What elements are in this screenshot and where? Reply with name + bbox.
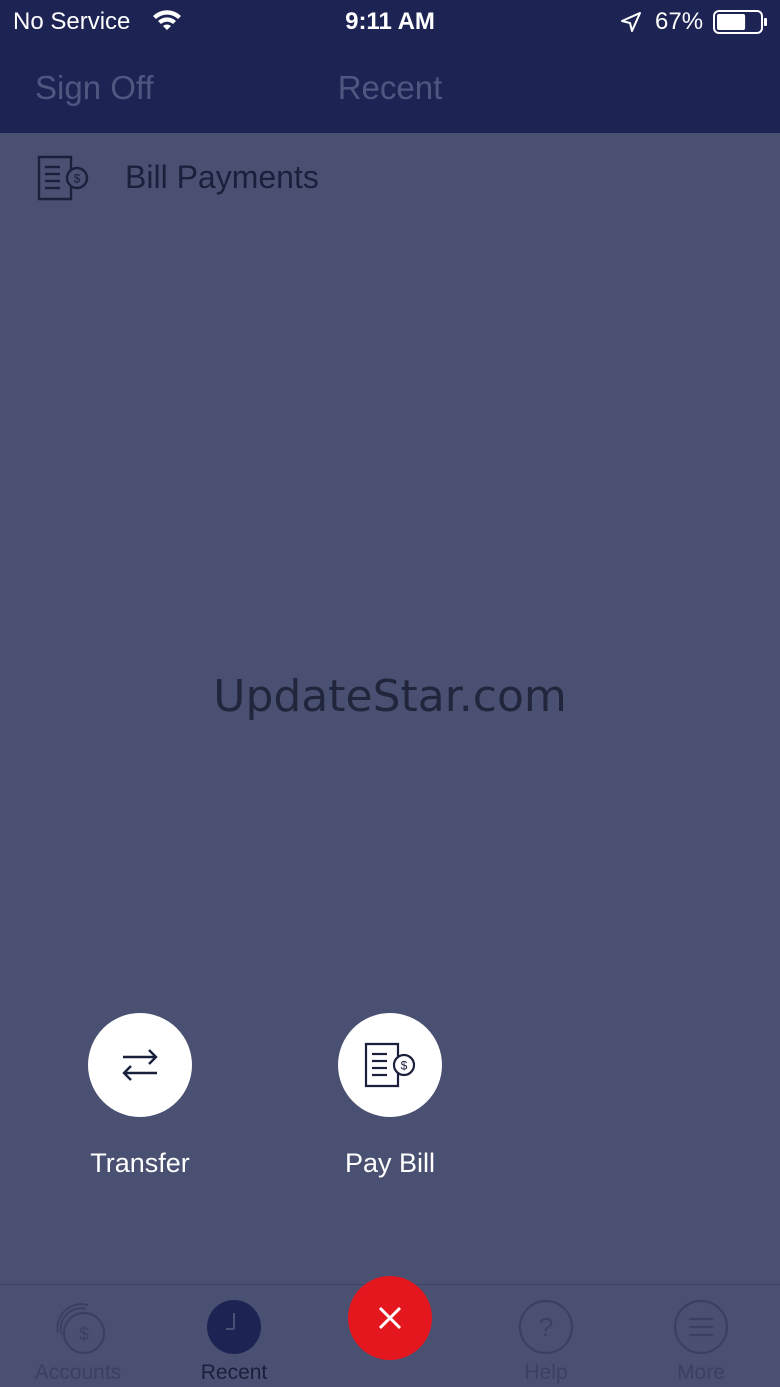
sign-off-button[interactable]: Sign Off — [35, 69, 154, 107]
location-arrow-icon — [621, 12, 641, 32]
svg-text:$: $ — [79, 1324, 89, 1344]
transfer-arrows-icon — [122, 1049, 158, 1081]
close-actions-button[interactable] — [348, 1276, 432, 1360]
bill-document-icon: $ — [37, 155, 89, 201]
menu-icon — [673, 1299, 729, 1355]
svg-text:$: $ — [401, 1059, 408, 1073]
tab-recent[interactable]: Recent — [156, 1285, 312, 1387]
recent-item-label: Bill Payments — [125, 159, 319, 195]
dimmed-overlay[interactable]: $ Bill Payments UpdateStar.com Transfer — [0, 133, 780, 1284]
transfer-action[interactable]: Transfer — [40, 1013, 240, 1179]
svg-text:$: $ — [74, 172, 81, 186]
pay-bill-button[interactable]: $ — [338, 1013, 442, 1117]
clock-icon — [207, 1300, 261, 1354]
bill-document-icon: $ — [364, 1042, 416, 1088]
transfer-button[interactable] — [88, 1013, 192, 1117]
battery-percent: 67% — [655, 8, 704, 35]
watermark-text: UpdateStar.com — [213, 671, 567, 722]
tab-recent-label: Recent — [200, 1361, 268, 1384]
accounts-dollar-icon: $ — [56, 1303, 106, 1355]
question-icon: ? — [518, 1299, 574, 1355]
svg-text:?: ? — [539, 1312, 553, 1342]
pay-bill-label: Pay Bill — [344, 1148, 436, 1178]
tab-accounts[interactable]: $ Accounts — [0, 1285, 156, 1387]
navigation-bar: Sign Off Recent — [0, 44, 780, 133]
status-bar: No Service 9:11 AM 67% — [0, 0, 780, 44]
pay-bill-action[interactable]: $ Pay Bill — [290, 1013, 490, 1179]
close-icon — [378, 1306, 402, 1330]
tab-more-label: More — [677, 1361, 725, 1384]
tab-help[interactable]: ? Help — [468, 1285, 624, 1387]
recent-item-bill-payments[interactable]: $ Bill Payments — [0, 133, 780, 225]
transfer-label: Transfer — [90, 1148, 190, 1178]
battery-icon — [713, 10, 767, 34]
tab-more[interactable]: More — [623, 1285, 779, 1387]
tab-help-label: Help — [524, 1361, 568, 1384]
tab-accounts-label: Accounts — [34, 1361, 122, 1384]
